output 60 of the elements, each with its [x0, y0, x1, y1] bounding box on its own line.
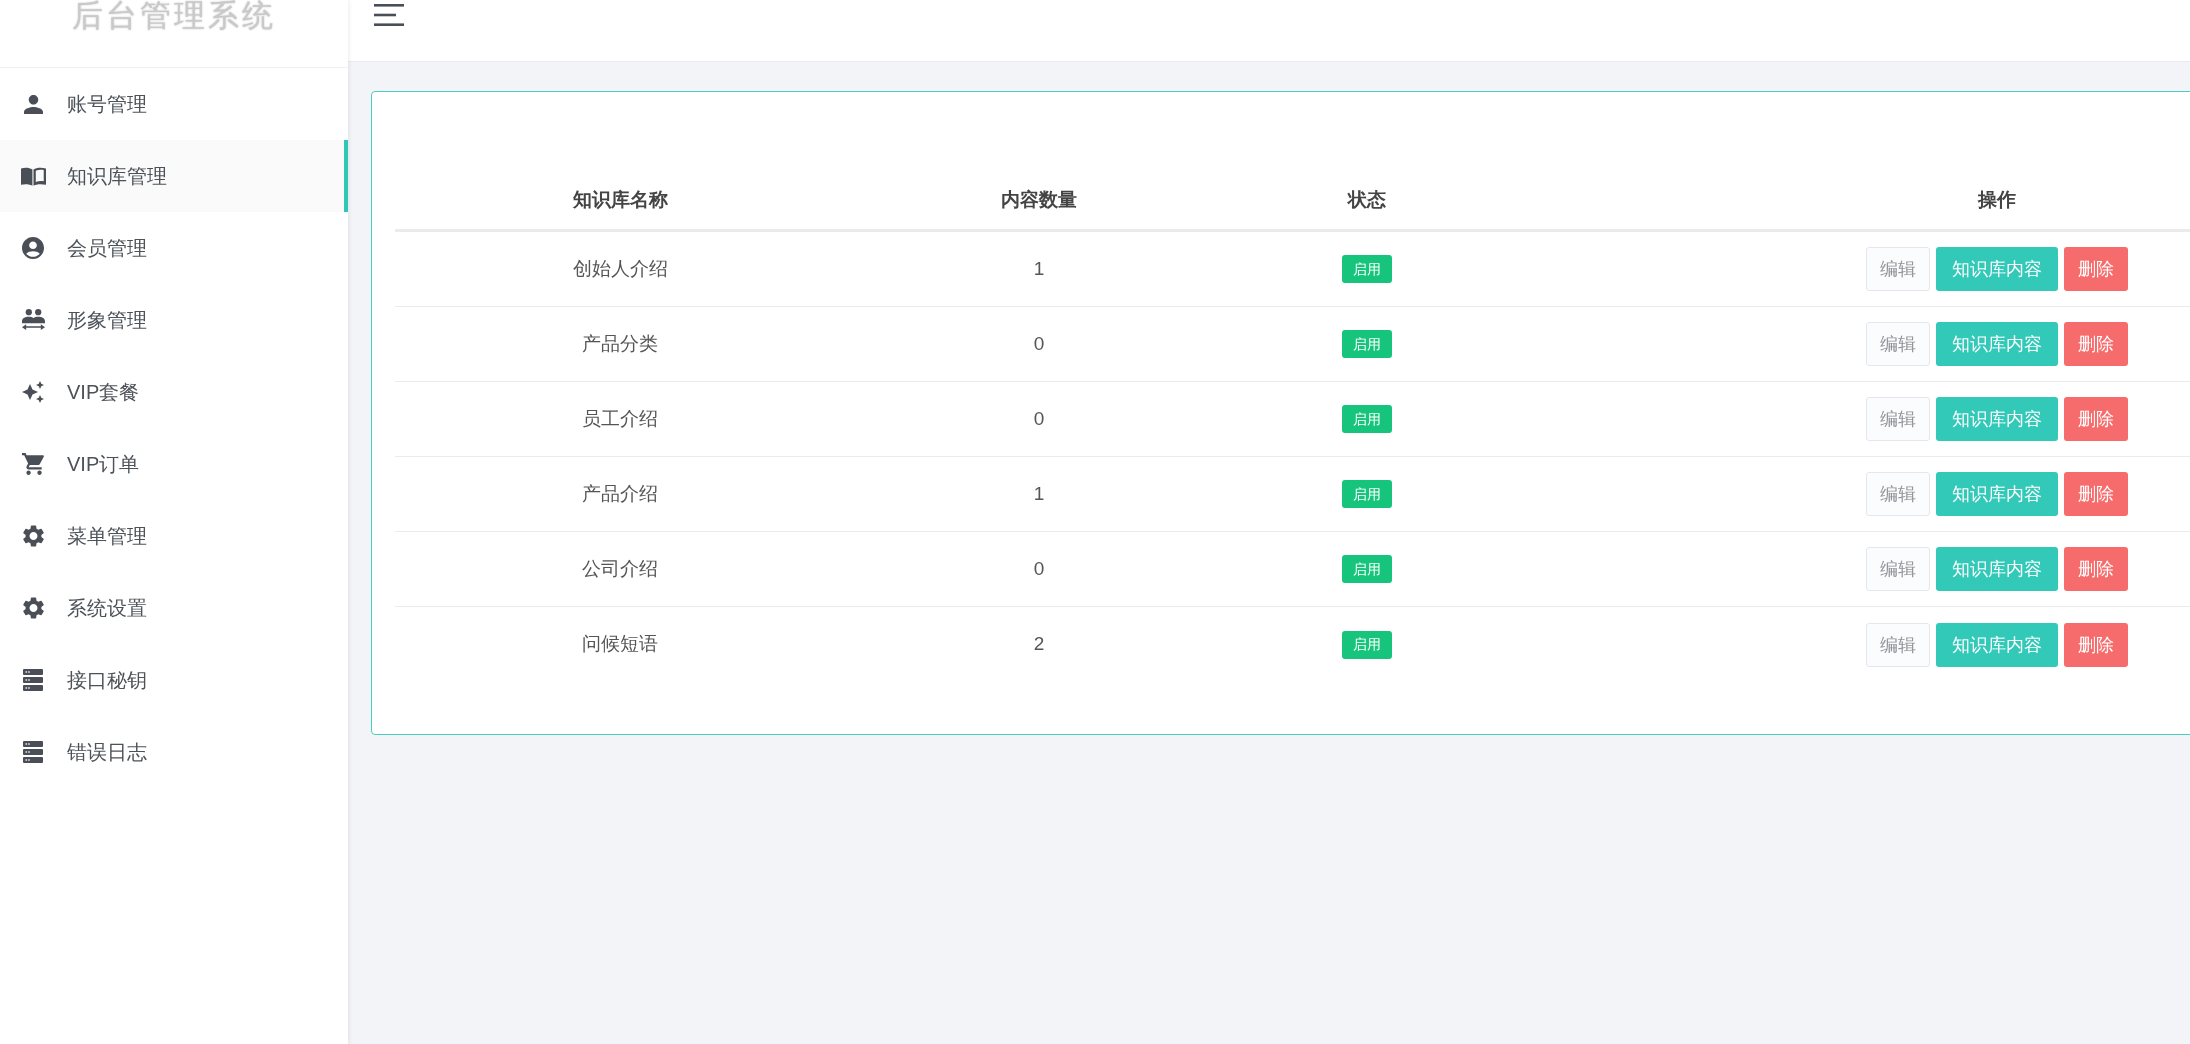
content-count: 1: [1033, 481, 1045, 506]
status-tag: 启用: [1342, 555, 1392, 583]
delete-button[interactable]: 删除: [2064, 472, 2128, 516]
column-header: 内容数量: [1001, 188, 1077, 213]
delete-button[interactable]: 删除: [2064, 247, 2128, 291]
settings-icon: [22, 525, 44, 547]
knowledge-content-button[interactable]: 知识库内容: [1936, 322, 2058, 366]
knowledge-base-name: 创始人介绍: [572, 256, 668, 281]
status-tag: 启用: [1342, 630, 1392, 659]
menu-icon[interactable]: [374, 4, 404, 26]
delete-button[interactable]: 删除: [2064, 622, 2128, 667]
column-header: 操作: [1978, 188, 2016, 213]
knowledge-base-name: 产品介绍: [582, 481, 658, 506]
knowledge-base-name: 员工介绍: [582, 406, 658, 431]
sidebar-item[interactable]: 形象管理: [0, 284, 348, 356]
delete-button[interactable]: 删除: [2064, 547, 2128, 591]
content-count: 2: [1033, 632, 1045, 657]
knowledge-content-button[interactable]: 知识库内容: [1936, 472, 2058, 516]
delete-button[interactable]: 删除: [2064, 322, 2128, 366]
settings-icon: [22, 597, 44, 619]
edit-button[interactable]: 编辑: [1866, 622, 1930, 667]
knowledge-base-name: 公司介绍: [582, 556, 658, 581]
open-book-icon: [20, 166, 46, 186]
status-tag: 启用: [1342, 255, 1392, 283]
knowledge-base-name: 问候短语: [582, 632, 658, 657]
sidebar-item[interactable]: 错误日志: [0, 716, 348, 788]
edit-button[interactable]: 编辑: [1866, 247, 1930, 291]
sidebar-item[interactable]: 账号管理: [0, 68, 348, 140]
server-icon: [23, 669, 43, 691]
status-tag: 启用: [1342, 330, 1392, 358]
sidebar-item[interactable]: VIP套餐: [0, 356, 348, 428]
content-count: 0: [1033, 556, 1045, 581]
sparkles-icon: [22, 381, 44, 403]
column-header: 状态: [1348, 188, 1386, 213]
column-header: 知识库名称: [572, 188, 668, 213]
status-tag: 启用: [1342, 480, 1392, 508]
sidebar-item[interactable]: 菜单管理: [0, 500, 348, 572]
knowledge-content-button[interactable]: 知识库内容: [1936, 247, 2058, 291]
sidebar-item[interactable]: 系统设置: [0, 572, 348, 644]
content-count: 1: [1033, 256, 1045, 281]
edit-button[interactable]: 编辑: [1866, 547, 1930, 591]
edit-button[interactable]: 编辑: [1866, 397, 1930, 441]
content-count: 0: [1033, 406, 1045, 431]
sidebar-item[interactable]: 接口秘钥: [0, 644, 348, 716]
edit-button[interactable]: 编辑: [1866, 322, 1930, 366]
shopping-cart-icon: [21, 453, 45, 475]
sidebar-item[interactable]: 知识库管理: [0, 140, 348, 212]
knowledge-content-button[interactable]: 知识库内容: [1936, 622, 2058, 667]
status-tag: 启用: [1342, 405, 1392, 433]
server-icon: [23, 741, 43, 763]
knowledge-content-button[interactable]: 知识库内容: [1936, 547, 2058, 591]
knowledge-base-name: 产品分类: [582, 331, 658, 356]
content-count: 0: [1033, 331, 1045, 356]
person-icon: [23, 94, 43, 114]
delete-button[interactable]: 删除: [2064, 397, 2128, 441]
edit-button[interactable]: 编辑: [1866, 472, 1930, 516]
sidebar-item[interactable]: VIP订单: [0, 428, 348, 500]
people-arrow-icon: [21, 309, 45, 331]
knowledge-content-button[interactable]: 知识库内容: [1936, 397, 2058, 441]
sidebar-item[interactable]: 会员管理: [0, 212, 348, 284]
